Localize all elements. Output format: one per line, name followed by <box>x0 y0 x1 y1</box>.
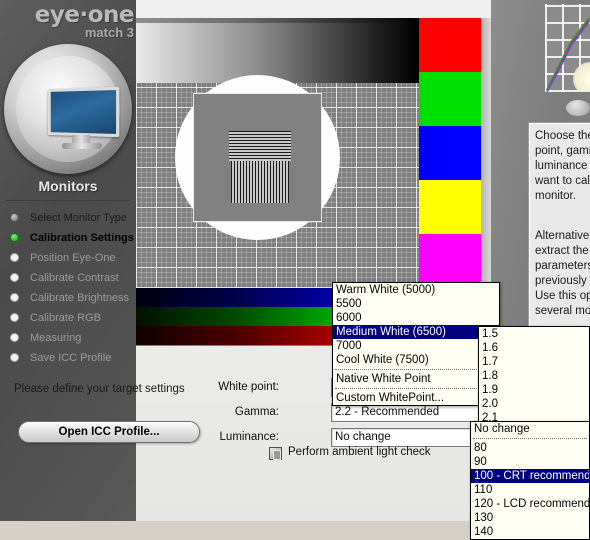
list-item[interactable]: Native White Point <box>333 372 499 386</box>
monitor-icon <box>40 86 122 150</box>
list-item[interactable]: 1.9 <box>479 383 589 397</box>
sidebar-item-calibrate-contrast[interactable]: Calibrate Contrast <box>8 268 238 288</box>
sidebar-item-calibration-settings[interactable]: Calibration Settings <box>8 228 238 248</box>
list-item[interactable]: No change <box>471 422 589 436</box>
list-item[interactable]: Warm White (5000) <box>333 283 499 297</box>
list-item[interactable]: 1.5 <box>479 327 589 341</box>
list-item[interactable]: 7000 <box>333 339 499 353</box>
sidebar-divider <box>6 200 130 201</box>
grayscale-gradient-thin <box>136 18 419 23</box>
radio-icon <box>10 233 19 242</box>
list-item[interactable]: 6000 <box>333 311 499 325</box>
tone-curve-graph <box>545 4 590 92</box>
swatch-blue <box>419 126 481 180</box>
sidebar-item-position-eye-one[interactable]: Position Eye-One <box>8 248 238 268</box>
step-label: Select Monitor Type <box>30 212 128 224</box>
step-label: Calibration Settings <box>30 232 134 244</box>
monitor-screen <box>48 86 120 138</box>
sidebar-item-measuring[interactable]: Measuring <box>8 328 238 348</box>
sidebar-item-select-monitor-type[interactable]: Select Monitor Type <box>8 208 238 228</box>
swatch-green <box>419 72 481 126</box>
list-item[interactable]: 1.6 <box>479 341 589 355</box>
list-item[interactable]: 1.7 <box>479 355 589 369</box>
list-separator <box>471 436 589 441</box>
list-item[interactable]: 140 <box>471 525 589 539</box>
instruction-text: Please define your target settings <box>14 383 185 395</box>
white-point-label: White point: <box>218 381 279 393</box>
luminance-dropdown-list[interactable]: No change 80 90 100 - CRT recommendation… <box>470 421 590 540</box>
list-item[interactable]: 5500 <box>333 297 499 311</box>
radio-icon <box>10 353 19 362</box>
brand-version: match 3 <box>84 25 134 40</box>
radio-icon <box>10 213 19 222</box>
list-item[interactable]: Cool White (7500) <box>333 353 499 367</box>
sidebar-item-save-icc-profile[interactable]: Save ICC Profile <box>8 348 238 368</box>
list-item-selected[interactable]: 100 - CRT recommendation <box>471 469 589 483</box>
list-item[interactable]: 80 <box>471 441 589 455</box>
module-badge-inner <box>16 56 120 162</box>
list-item[interactable]: Custom WhitePoint... <box>333 391 499 405</box>
step-label: Calibrate Brightness <box>30 292 130 304</box>
radio-icon <box>10 253 19 262</box>
brand-name: eye·one <box>34 2 135 28</box>
list-item[interactable]: 120 - LCD recommendation <box>471 497 589 511</box>
sidebar-item-calibrate-rgb[interactable]: Calibrate RGB <box>8 308 238 328</box>
step-label: Measuring <box>30 332 82 344</box>
module-badge <box>4 44 132 174</box>
workflow-step-list: Select Monitor Type Calibration Settings… <box>8 208 238 368</box>
ambient-light-check-label: Perform ambient light check <box>288 446 431 458</box>
gamma-value: 2.2 - Recommended <box>335 406 440 418</box>
list-separator <box>333 386 499 391</box>
help-paragraph-1: Choose the white point, gamma and lumina… <box>535 130 590 202</box>
step-label: Calibrate RGB <box>30 312 101 324</box>
list-item[interactable]: 130 <box>471 511 589 525</box>
white-point-dropdown-list[interactable]: Warm White (5000) 5500 6000 Medium White… <box>332 282 500 406</box>
swatch-yellow <box>419 180 481 234</box>
help-text-panel: Choose the white point, gamma and lumina… <box>528 122 590 333</box>
radio-icon <box>10 313 19 322</box>
ambient-light-icon <box>269 447 282 460</box>
color-swatch-column <box>419 18 481 288</box>
radio-icon <box>10 293 19 302</box>
module-title: Monitors <box>38 178 98 194</box>
horizontal-line-pattern <box>229 131 291 161</box>
gamma-row: Gamma: 2.2 - Recommended <box>235 403 495 424</box>
step-label: Calibrate Contrast <box>30 272 119 284</box>
sidebar-item-calibrate-brightness[interactable]: Calibrate Brightness <box>8 288 238 308</box>
list-item[interactable]: 90 <box>471 455 589 469</box>
app-logo: eye·one match 3 <box>8 2 135 44</box>
step-label: Position Eye-One <box>30 252 116 264</box>
luminance-value: No change <box>335 431 391 443</box>
swatch-magenta <box>419 234 481 288</box>
list-item-selected[interactable]: Medium White (6500) <box>333 325 499 339</box>
grayscale-gradient <box>136 18 419 83</box>
help-paragraph-2: Alternatively you extract the parameters… <box>535 230 590 317</box>
list-item[interactable]: 2.0 <box>479 397 589 411</box>
curve-knob[interactable] <box>566 100 590 116</box>
radio-icon <box>10 333 19 342</box>
vertical-line-pattern <box>231 161 289 203</box>
gamma-label: Gamma: <box>234 406 279 418</box>
list-separator <box>333 367 499 372</box>
luminance-label: Luminance: <box>219 431 279 443</box>
radio-icon <box>10 273 19 282</box>
step-label: Save ICC Profile <box>30 352 112 364</box>
list-item[interactable]: 110 <box>471 483 589 497</box>
list-item[interactable]: 1.8 <box>479 369 589 383</box>
monitor-stand-base <box>62 143 102 149</box>
swatch-red <box>419 18 481 72</box>
